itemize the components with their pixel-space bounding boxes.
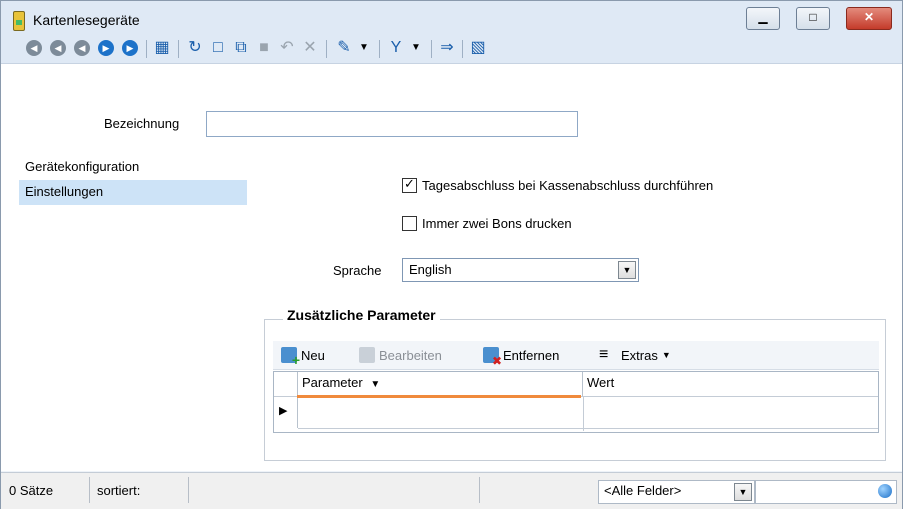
grid-row-divider: [298, 428, 878, 429]
dropdown-icon: ▼: [359, 42, 369, 53]
book-icon: ▧: [470, 39, 486, 56]
parameter-toolbar: Neu Bearbeiten Entfernen ≡Extras▼: [273, 341, 879, 370]
bezeichnung-input[interactable]: [206, 111, 578, 137]
grid-column-divider: [583, 396, 584, 431]
sprache-label: Sprache: [333, 263, 382, 278]
card-reader-icon: [13, 11, 25, 31]
field-filter-combo[interactable]: <Alle Felder> ▼: [598, 480, 755, 504]
search-input[interactable]: [755, 480, 897, 504]
status-bar: 0 Sätze sortiert: <Alle Felder> ▼: [1, 472, 902, 509]
tools-dropdown[interactable]: ▼: [357, 37, 371, 59]
book-button[interactable]: ▧: [467, 37, 489, 59]
tagesabschluss-checkbox[interactable]: [402, 176, 417, 193]
next-record-button[interactable]: ▶: [95, 37, 117, 59]
field-filter-value: <Alle Felder>: [604, 483, 682, 498]
prev-page-icon: ◀: [50, 40, 66, 56]
parameter-group-title: Zusätzliche Parameter: [283, 307, 440, 323]
prev-page-button[interactable]: ◀: [47, 37, 69, 59]
sort-indicator-line: [297, 395, 581, 398]
toolbar-separator: [379, 40, 380, 58]
window-title: Kartenlesegeräte: [33, 12, 140, 28]
settings-nav: Gerätekonfiguration Einstellungen: [19, 155, 249, 465]
new-doc-icon: □: [213, 39, 223, 56]
nav-item-geraetekonfiguration[interactable]: Gerätekonfiguration: [19, 155, 247, 180]
delete-icon: ✕: [303, 39, 317, 56]
refresh-button[interactable]: ↻: [184, 37, 206, 59]
row-pointer-icon: ▶: [279, 405, 288, 417]
grid-corner: [274, 372, 298, 396]
undo-icon: ↶: [280, 39, 294, 56]
maximize-button[interactable]: □: [796, 7, 830, 30]
save-button[interactable]: ■: [253, 37, 275, 59]
nav-item-einstellungen[interactable]: Einstellungen: [19, 180, 247, 205]
prev-record-icon: ◀: [74, 40, 90, 56]
tools-button[interactable]: ✎: [333, 37, 355, 59]
sort-desc-icon: ▼: [370, 379, 381, 390]
table-view-button[interactable]: ▦: [151, 37, 173, 59]
filter-icon: Υ: [390, 39, 402, 56]
delete-button[interactable]: ✕: [299, 37, 321, 59]
close-button[interactable]: ✕: [846, 7, 892, 30]
edit-icon: [359, 347, 375, 363]
menu-icon: ≡: [599, 346, 609, 363]
status-separator: [89, 477, 90, 503]
zwei-bons-row[interactable]: Immer zwei Bons drucken: [402, 216, 572, 231]
save-icon: ■: [259, 39, 269, 56]
tagesabschluss-label: Tagesabschluss bei Kassenabschluss durch…: [422, 178, 714, 193]
toolbar: ◀ ◀ ◀ ▶ ▶ ▦ ↻ □ ⧉ ■ ↶ ✕ ✎ ▼ Υ ▼ ⇒ ▧: [1, 33, 902, 64]
neu-button[interactable]: Neu: [281, 347, 325, 368]
tagesabschluss-row[interactable]: Tagesabschluss bei Kassenabschluss durch…: [402, 176, 714, 193]
undo-button[interactable]: ↶: [276, 37, 298, 59]
chevron-down-icon[interactable]: ▼: [618, 261, 636, 279]
prev-record-button[interactable]: ◀: [71, 37, 93, 59]
add-icon: [281, 347, 300, 368]
dropdown-icon: ▼: [411, 42, 421, 53]
export-button[interactable]: ⇒: [436, 37, 458, 59]
column-header-wert[interactable]: Wert: [583, 372, 877, 396]
zwei-bons-checkbox[interactable]: [402, 216, 417, 231]
record-count: 0 Sätze: [9, 483, 54, 498]
sort-status: sortiert:: [97, 483, 141, 498]
tools-icon: ✎: [337, 39, 351, 56]
toolbar-separator: [431, 40, 432, 58]
toolbar-separator: [326, 40, 327, 58]
globe-search-icon[interactable]: [878, 484, 892, 498]
bezeichnung-label: Bezeichnung: [104, 116, 180, 131]
table-view-icon: ▦: [154, 39, 170, 56]
status-separator: [479, 477, 480, 503]
toolbar-separator: [178, 40, 179, 58]
status-separator: [188, 477, 189, 503]
extras-button[interactable]: ≡ Extras ▼: [599, 347, 671, 363]
filter-button[interactable]: Υ: [385, 37, 407, 59]
entfernen-button[interactable]: Entfernen: [483, 347, 559, 368]
copy-button[interactable]: ⧉: [230, 37, 252, 59]
row-selector[interactable]: ▶: [273, 398, 298, 428]
bearbeiten-button[interactable]: Bearbeiten: [359, 347, 442, 363]
zwei-bons-label: Immer zwei Bons drucken: [422, 216, 572, 231]
dropdown-arrow-icon: ▼: [661, 350, 671, 360]
toolbar-separator: [146, 40, 147, 58]
remove-icon: [483, 347, 502, 368]
column-header-parameter[interactable]: Parameter ▼: [298, 372, 583, 396]
sprache-select[interactable]: English ▼: [402, 258, 639, 282]
last-record-button[interactable]: ▶: [119, 37, 141, 59]
parameter-grid: Parameter ▼ Wert: [273, 371, 879, 433]
filter-dropdown[interactable]: ▼: [409, 37, 423, 59]
export-icon: ⇒: [440, 39, 454, 56]
window: Kartenlesegeräte ▁ □ ✕ ◀ ◀ ◀ ▶ ▶ ▦ ↻ □ ⧉…: [0, 0, 903, 509]
sprache-value: English: [409, 262, 452, 277]
next-record-icon: ▶: [98, 40, 114, 56]
first-record-button[interactable]: ◀: [23, 37, 45, 59]
last-record-icon: ▶: [122, 40, 138, 56]
toolbar-separator: [462, 40, 463, 58]
minimize-button[interactable]: ▁: [746, 7, 780, 30]
new-button[interactable]: □: [207, 37, 229, 59]
first-record-icon: ◀: [26, 40, 42, 56]
copy-icon: ⧉: [235, 39, 247, 56]
chevron-down-icon[interactable]: ▼: [734, 483, 752, 501]
refresh-icon: ↻: [188, 39, 202, 56]
